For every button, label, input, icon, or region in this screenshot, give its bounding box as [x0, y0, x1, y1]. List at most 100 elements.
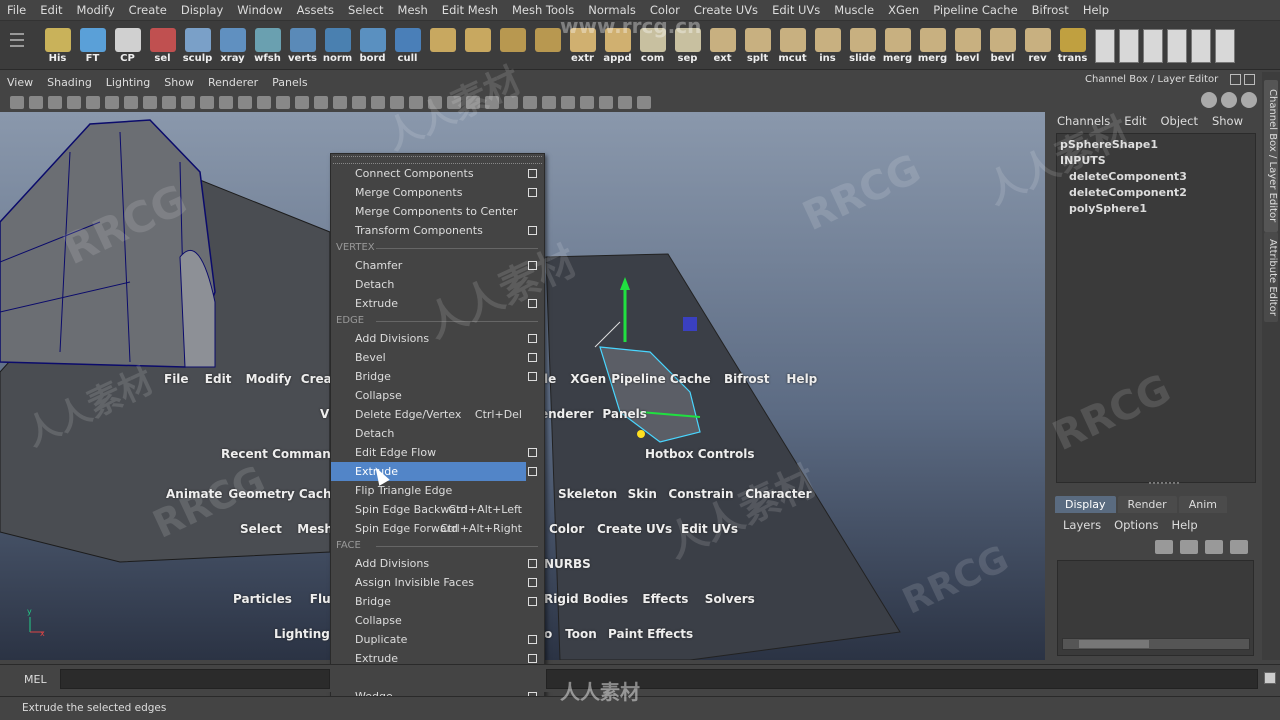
menu-display[interactable]: Display	[174, 3, 230, 17]
pin-icon[interactable]	[1241, 92, 1257, 108]
menu-mesh[interactable]: Mesh	[391, 3, 435, 17]
menu-mesh-tools[interactable]: Mesh Tools	[505, 3, 581, 17]
popup-item-assign-invisible-faces[interactable]: Assign Invisible Faces	[331, 573, 544, 592]
popup-item-detach[interactable]: Detach	[331, 275, 544, 294]
menu-edit-mesh[interactable]: Edit Mesh	[435, 3, 505, 17]
layout-side-icon[interactable]	[1143, 29, 1163, 63]
hotbox-menu-constrain[interactable]: Constrain	[668, 487, 733, 501]
viewport-menu-lighting[interactable]: Lighting	[99, 76, 157, 89]
viewport-menu-panels[interactable]: Panels	[265, 76, 314, 89]
viewport-tool-icon[interactable]	[637, 95, 651, 109]
option-box-icon[interactable]	[528, 597, 537, 606]
option-box-icon[interactable]	[528, 372, 537, 381]
viewport-tool-icon[interactable]	[48, 95, 62, 109]
viewport-tool-icon[interactable]	[86, 95, 100, 109]
viewport-tool-icon[interactable]	[314, 95, 328, 109]
tab-display[interactable]: Display	[1055, 496, 1116, 513]
shelf-tool[interactable]	[425, 25, 460, 69]
tab-attribute-editor[interactable]: Attribute Editor	[1264, 232, 1278, 322]
popup-item-bridge[interactable]: Bridge	[331, 592, 544, 611]
menu-bifrost[interactable]: Bifrost	[1025, 3, 1076, 17]
hotbox-menu-geometry-cache[interactable]: Geometry Cache	[228, 487, 339, 501]
viewport-tool-icon[interactable]	[504, 95, 518, 109]
popup-item-duplicate[interactable]: Duplicate	[331, 630, 544, 649]
layer-menu-options[interactable]: Options	[1114, 518, 1158, 532]
viewport-tool-icon[interactable]	[466, 95, 480, 109]
panel-splitter[interactable]	[1149, 482, 1179, 484]
shelf-tool[interactable]: bevl	[950, 25, 985, 69]
command-input[interactable]	[60, 669, 330, 689]
menu-pipeline-cache[interactable]: Pipeline Cache	[926, 3, 1024, 17]
viewport-tool-icon[interactable]	[29, 95, 43, 109]
shelf-tool[interactable]: CP	[110, 25, 145, 69]
popup-item-extrude[interactable]: Extrude	[331, 462, 537, 481]
hotbox-menu-toon[interactable]: Toon	[565, 627, 597, 641]
option-box-icon[interactable]	[528, 169, 537, 178]
viewport-tool-icon[interactable]	[485, 95, 499, 109]
hotbox-menu-skeleton[interactable]: Skeleton	[558, 487, 617, 501]
key-icon[interactable]	[1201, 92, 1217, 108]
viewport-tool-icon[interactable]	[580, 95, 594, 109]
hotbox-menu-file[interactable]: File	[164, 372, 189, 386]
viewport-tool-icon[interactable]	[542, 95, 556, 109]
option-box-icon[interactable]	[528, 226, 537, 235]
shelf-tool[interactable]: sel	[145, 25, 180, 69]
viewport-tool-icon[interactable]	[238, 95, 252, 109]
shelf-tool[interactable]: merg	[915, 25, 950, 69]
menu-file[interactable]: File	[0, 3, 33, 17]
popup-tearoff-grip[interactable]	[333, 156, 542, 164]
shelf-tool[interactable]: bord	[355, 25, 390, 69]
viewport-menu-show[interactable]: Show	[157, 76, 201, 89]
hotbox-menu-character[interactable]: Character	[745, 487, 811, 501]
shelf-tool[interactable]: com	[635, 25, 670, 69]
hotbox-menu-rigid-bodies[interactable]: Rigid Bodies	[544, 592, 628, 606]
shelf-tool[interactable]: mcut	[775, 25, 810, 69]
viewport-tool-icon[interactable]	[333, 95, 347, 109]
popup-item-spin-edge-forward[interactable]: Spin Edge Forward Ctrl+Alt+Right	[331, 519, 544, 538]
option-box-icon[interactable]	[528, 635, 537, 644]
viewport-tool-icon[interactable]	[124, 95, 138, 109]
hotbox-menu-pipeline-cache[interactable]: Pipeline Cache	[611, 372, 710, 386]
channel-node-deletecomponent3[interactable]: deleteComponent3	[1060, 170, 1252, 186]
layout-stack-icon[interactable]	[1167, 29, 1187, 63]
hotbox-menu-edit-uvs[interactable]: Edit UVs	[681, 522, 738, 536]
shelf-tool[interactable]	[460, 25, 495, 69]
popup-item-transform-components[interactable]: Transform Components	[331, 221, 544, 240]
hotbox-menu-paint-effects[interactable]: Paint Effects	[608, 627, 693, 641]
hotbox-menu-modify[interactable]: Modify	[246, 372, 292, 386]
popup-item-bridge[interactable]: Bridge	[331, 367, 544, 386]
hotbox-menu-effects[interactable]: Effects	[642, 592, 688, 606]
shelf-tool[interactable]: appd	[600, 25, 635, 69]
channel-node-polysphere1[interactable]: polySphere1	[1060, 202, 1252, 218]
popup-item-collapse[interactable]: Collapse	[331, 611, 544, 630]
viewport-tool-icon[interactable]	[67, 95, 81, 109]
hotbox-controls[interactable]: Hotbox Controls	[645, 447, 755, 461]
viewport-tool-icon[interactable]	[295, 95, 309, 109]
hotbox-menu-panels[interactable]: Panels	[602, 407, 647, 421]
channel-node-inputs[interactable]: INPUTS	[1060, 154, 1252, 170]
hotbox-menu-skin[interactable]: Skin	[628, 487, 657, 501]
shelf-tool[interactable]: cull	[390, 25, 425, 69]
channel-menu-channels[interactable]: Channels	[1057, 114, 1110, 128]
layout-outliner-icon[interactable]	[1191, 29, 1211, 63]
shelf-tool[interactable]: ext	[705, 25, 740, 69]
script-editor-icon[interactable]	[1264, 672, 1276, 684]
hotbox-menu-select[interactable]: Select	[240, 522, 282, 536]
menu-assets[interactable]: Assets	[290, 3, 341, 17]
menu-edit[interactable]: Edit	[33, 3, 69, 17]
menu-help[interactable]: Help	[1076, 3, 1116, 17]
shelf-tool[interactable]: sep	[670, 25, 705, 69]
viewport-tool-icon[interactable]	[200, 95, 214, 109]
scrollbar-thumb[interactable]	[1079, 640, 1149, 648]
channel-menu-object[interactable]: Object	[1161, 114, 1198, 128]
viewport-tool-icon[interactable]	[409, 95, 423, 109]
option-box-icon[interactable]	[528, 353, 537, 362]
menu-window[interactable]: Window	[230, 3, 289, 17]
display-icon[interactable]	[1221, 92, 1237, 108]
new-layer-selected-icon[interactable]	[1230, 540, 1248, 554]
option-box-icon[interactable]	[528, 448, 537, 457]
menu-create-uvs[interactable]: Create UVs	[687, 3, 765, 17]
hotbox-menu-color[interactable]: Color	[549, 522, 584, 536]
menu-create[interactable]: Create	[122, 3, 174, 17]
mel-label[interactable]: MEL	[24, 673, 47, 686]
